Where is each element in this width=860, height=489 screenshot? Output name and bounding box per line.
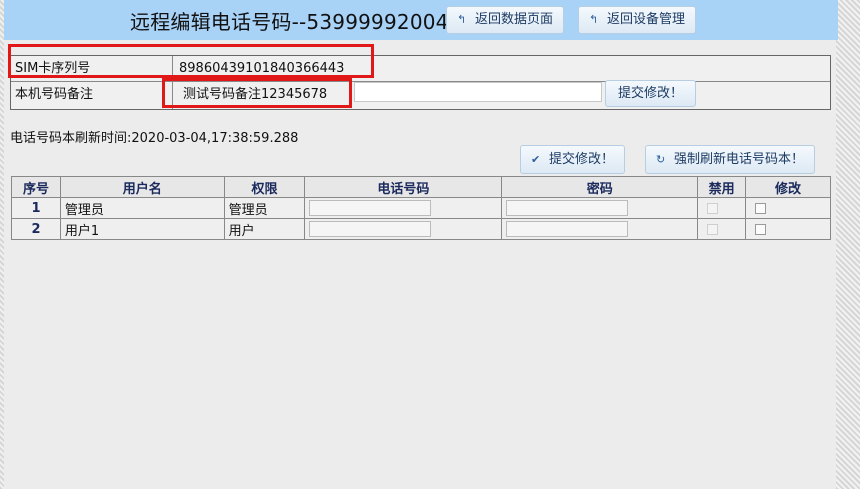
page-title: 远程编辑电话号码--53999992004 — [130, 10, 449, 34]
back-to-data-page-label: 返回数据页面 — [475, 12, 554, 27]
column-header-modify: 修改 — [745, 176, 831, 198]
submit-remark-button[interactable]: 提交修改！ — [605, 80, 697, 107]
table-row: 1 管理员 管理员 — [11, 197, 831, 219]
force-refresh-phonebook-button[interactable]: ↻ 强制刷新电话号码本！ — [645, 145, 816, 174]
back-arrow-icon: ↰ — [457, 13, 467, 26]
column-header-phone: 电话号码 — [304, 176, 503, 198]
sim-serial-value: 89860439101840366443 — [179, 61, 345, 76]
back-to-device-management-label: 返回设备管理 — [607, 12, 686, 27]
column-header-password: 密码 — [501, 176, 699, 198]
refresh-icon: ↻ — [656, 153, 666, 166]
password-input[interactable] — [506, 200, 629, 216]
column-header-disabled: 禁用 — [697, 176, 747, 198]
right-scroll-pattern — [836, 0, 860, 489]
row-username: 管理员 — [59, 197, 225, 219]
sim-serial-label: SIM卡序列号 — [11, 56, 173, 81]
modify-checkbox[interactable] — [755, 202, 767, 214]
row-seq: 2 — [11, 218, 61, 240]
row-permission: 用户 — [223, 218, 306, 240]
phone-input[interactable] — [309, 200, 432, 216]
check-icon: ✔ — [531, 153, 541, 166]
number-remark-label: 本机号码备注 — [11, 82, 173, 109]
disabled-checkbox[interactable] — [707, 223, 719, 235]
sim-serial-row: SIM卡序列号 89860439101840366443 — [11, 56, 830, 82]
back-to-device-management-button[interactable]: ↰ 返回设备管理 — [578, 6, 697, 34]
disabled-checkbox[interactable] — [707, 202, 719, 214]
modify-checkbox[interactable] — [755, 223, 767, 235]
remark-extra-input[interactable] — [354, 82, 602, 102]
phonebook-refresh-time: 电话号码本刷新时间:2020-03-04,17:38:59.288 — [10, 131, 299, 146]
row-seq: 1 — [11, 197, 61, 219]
number-remark-value[interactable]: 测试号码备注12345678 — [183, 82, 327, 108]
row-username: 用户1 — [59, 218, 225, 240]
header-bar: 远程编辑电话号码--53999992004 ↰ 返回数据页面 ↰ 返回设备管理 — [4, 0, 838, 40]
password-input[interactable] — [506, 221, 629, 237]
table-row: 2 用户1 用户 — [11, 218, 831, 240]
back-to-data-page-button[interactable]: ↰ 返回数据页面 — [446, 6, 565, 34]
left-border-pattern — [0, 0, 4, 489]
submit-phonebook-label: 提交修改！ — [549, 152, 615, 167]
column-header-username: 用户名 — [59, 176, 225, 198]
submit-phonebook-button[interactable]: ✔ 提交修改！ — [520, 145, 626, 174]
back-arrow-icon: ↰ — [589, 13, 599, 26]
row-permission: 管理员 — [223, 197, 306, 219]
table-header-row: 序号 用户名 权限 电话号码 密码 禁用 修改 — [11, 176, 831, 198]
column-header-permission: 权限 — [223, 176, 306, 198]
phone-input[interactable] — [309, 221, 432, 237]
phonebook-table: 序号 用户名 权限 电话号码 密码 禁用 修改 1 管理员 管理员 2 用户1 … — [11, 176, 831, 240]
column-header-seq: 序号 — [11, 176, 61, 198]
force-refresh-phonebook-label: 强制刷新电话号码本！ — [674, 152, 805, 167]
